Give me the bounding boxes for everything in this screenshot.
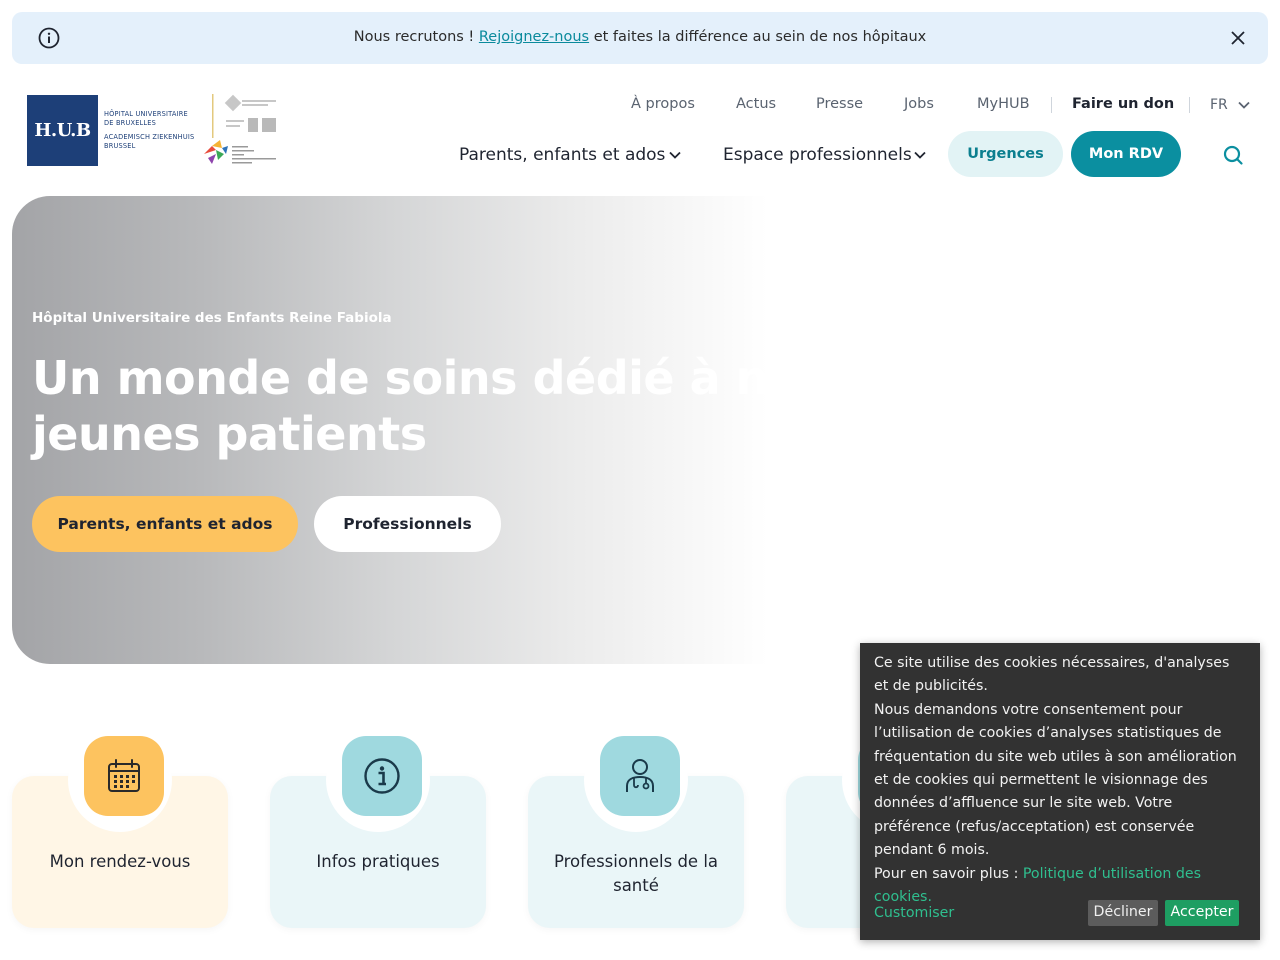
card-label: Mon rendez-vous — [49, 852, 191, 871]
logo-text: HÔPITAL UNIVERSITAIRE DE BRUXELLES ACADE… — [104, 110, 194, 150]
card-label: Professionnels de la santé — [553, 852, 719, 895]
hero-section: Hôpital Universitaire des Enfants Reine … — [12, 196, 768, 664]
calendar-icon — [108, 759, 140, 792]
nav-myhub[interactable]: MyHUB — [977, 96, 1030, 112]
nav-press[interactable]: Presse — [816, 96, 863, 112]
card-icon-tile — [342, 736, 422, 816]
search-icon[interactable] — [1222, 144, 1244, 166]
card-health-pros[interactable]: Professionnels de la santé — [528, 728, 744, 928]
info-icon — [364, 758, 400, 794]
nav-parents[interactable]: Parents, enfants et ados — [459, 145, 665, 165]
logo-line: DE BRUXELLES — [104, 118, 157, 127]
hero-title: Un monde de soins dédié à nos jeunes pat… — [32, 350, 768, 462]
chevron-down-icon[interactable] — [1237, 98, 1251, 112]
close-icon[interactable] — [1228, 28, 1248, 48]
professionals-button[interactable]: Professionnels — [314, 496, 501, 552]
logo-line: BRUSSEL — [104, 141, 136, 150]
parents-button[interactable]: Parents, enfants et ados — [32, 496, 298, 552]
banner-suffix: et faites la différence au sein de nos h… — [589, 29, 927, 45]
card-appointment[interactable]: Mon rendez-vous — [12, 728, 228, 928]
recruitment-banner: Nous recrutons ! Rejoignez-nous et faite… — [12, 12, 1268, 64]
banner-prefix: Nous recrutons ! — [353, 29, 479, 45]
doctor-icon — [626, 759, 654, 792]
cookie-banner: Ce site utilise des cookies nécessaires,… — [860, 643, 1260, 940]
chevron-down-icon[interactable] — [668, 148, 682, 162]
chevron-down-icon[interactable] — [913, 148, 927, 162]
hero-title-line1: Un monde de soins dédié à nos — [32, 351, 768, 405]
mon-rdv-button[interactable]: Mon RDV — [1071, 131, 1181, 177]
card-label: Infos pratiques — [316, 852, 440, 871]
accept-button[interactable]: Accepter — [1165, 900, 1239, 926]
banner-message: Nous recrutons ! Rejoignez-nous et faite… — [12, 29, 1268, 45]
donate-link[interactable]: Faire un don — [1072, 96, 1174, 112]
nav-professionals[interactable]: Espace professionnels — [723, 145, 912, 165]
decline-button[interactable]: Décliner — [1088, 900, 1158, 926]
card-practical-info[interactable]: Infos pratiques — [270, 728, 486, 928]
nav-divider — [1189, 97, 1190, 113]
partner-logos — [204, 94, 276, 164]
urgences-button[interactable]: Urgences — [948, 131, 1063, 177]
nav-divider — [1051, 97, 1052, 113]
card-icon-tile — [600, 736, 680, 816]
customize-link[interactable]: Customiser — [874, 902, 954, 925]
join-us-link[interactable]: Rejoignez-nous — [479, 29, 589, 45]
nav-news[interactable]: Actus — [736, 96, 776, 112]
cookie-more-prefix: Pour en savoir plus : — [874, 865, 1023, 882]
nav-about[interactable]: À propos — [631, 96, 695, 112]
cookie-text-intro: Ce site utilise des cookies nécessaires,… — [874, 655, 1230, 695]
cookie-text-consent: Nous demandons votre consentement pour l… — [874, 701, 1237, 859]
card-icon-tile — [84, 736, 164, 816]
hub-logo[interactable]: H.U.B — [27, 95, 98, 166]
language-selector[interactable]: FR — [1210, 97, 1228, 113]
hero-eyebrow: Hôpital Universitaire des Enfants Reine … — [32, 310, 392, 326]
nav-jobs[interactable]: Jobs — [904, 96, 934, 112]
logo-line: ACADEMISCH ZIEKENHUIS — [104, 133, 195, 142]
logo-line: HÔPITAL UNIVERSITAIRE — [104, 110, 188, 118]
hero-title-line2: jeunes patients — [32, 407, 427, 461]
